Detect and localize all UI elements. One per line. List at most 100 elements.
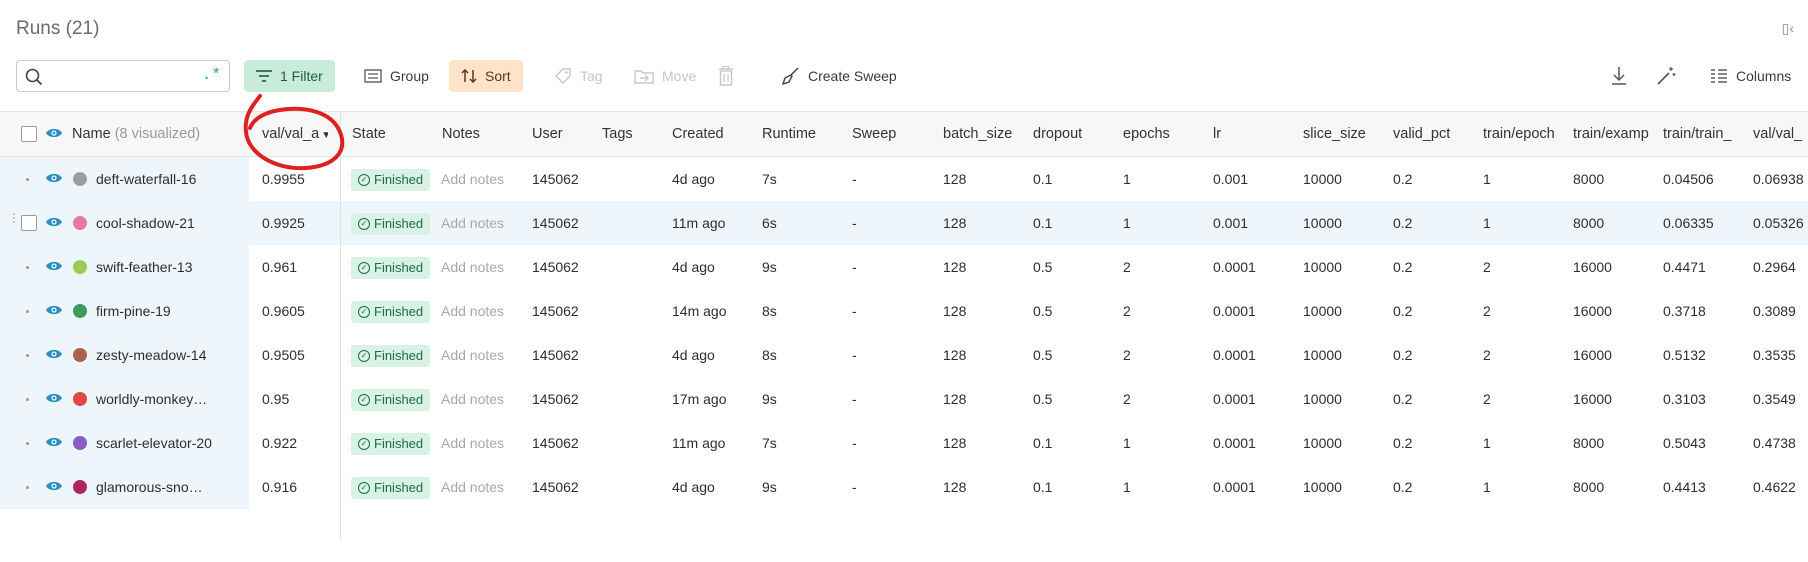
run-name[interactable]: cool-shadow-21 (96, 201, 226, 245)
magic-wand-button[interactable] (1650, 60, 1682, 92)
eye-icon[interactable] (45, 171, 63, 185)
col-header-user[interactable]: User (532, 112, 563, 156)
row-select-dot[interactable] (26, 310, 29, 313)
table-row[interactable]: glamorous-sno… 0.916 ✓ Finished Add notes 145… (0, 465, 1808, 509)
table-row[interactable]: ⋮ cool-shadow-21 0.9925 ✓ Finished Add notes 1… (0, 201, 1808, 245)
run-color-swatch[interactable] (73, 392, 87, 406)
col-header-train-train[interactable]: train/train_ (1663, 112, 1749, 156)
col-header-valid-pct[interactable]: valid_pct (1393, 112, 1450, 156)
cell-val-val: 0.3549 (1753, 391, 1796, 407)
cell-notes[interactable]: Add notes (441, 333, 504, 377)
group-label: Group (390, 68, 429, 84)
filter-button[interactable]: 1 Filter (244, 60, 335, 92)
cell-user: 145062 (532, 259, 579, 275)
col-header-val-val[interactable]: val/val_ (1753, 112, 1808, 156)
run-color-swatch[interactable] (73, 348, 87, 362)
table-row[interactable]: scarlet-elevator-20 0.922 ✓ Finished Add not… (0, 421, 1808, 465)
run-name[interactable]: swift-feather-13 (96, 245, 226, 289)
columns-button[interactable]: Columns (1698, 60, 1803, 92)
search-input[interactable] (51, 65, 195, 89)
col-header-train-epoch[interactable]: train/epoch (1483, 112, 1569, 156)
table-row[interactable]: zesty-meadow-14 0.9505 ✓ Finished Add notes 1… (0, 333, 1808, 377)
run-color-swatch[interactable] (73, 260, 87, 274)
check-circle-icon: ✓ (358, 394, 370, 407)
col-header-train-examples[interactable]: train/examp (1573, 112, 1659, 156)
run-color-swatch[interactable] (73, 304, 87, 318)
collapse-panel-icon[interactable]: ▯‹ (1782, 20, 1794, 37)
col-header-dropout[interactable]: dropout (1033, 112, 1082, 156)
cell-created: 4d ago (672, 259, 715, 275)
download-button[interactable] (1604, 60, 1634, 92)
run-name[interactable]: deft-waterfall-16 (96, 157, 226, 201)
cell-runtime: 7s (762, 435, 777, 451)
row-select-dot[interactable] (26, 486, 29, 489)
run-name[interactable]: worldly-monkey… (96, 377, 226, 421)
run-name[interactable]: firm-pine-19 (96, 289, 226, 333)
run-color-swatch[interactable] (73, 172, 87, 186)
col-header-lr[interactable]: lr (1213, 112, 1221, 156)
table-row[interactable]: firm-pine-19 0.9605 ✓ Finished Add notes 1450… (0, 289, 1808, 333)
select-all-checkbox[interactable] (21, 126, 37, 142)
cell-epochs: 2 (1123, 391, 1131, 407)
row-select-dot[interactable] (26, 266, 29, 269)
sort-label: Sort (485, 68, 511, 84)
run-name[interactable]: glamorous-sno… (96, 465, 226, 509)
eye-icon[interactable] (45, 435, 63, 449)
cell-notes[interactable]: Add notes (441, 377, 504, 421)
run-color-swatch[interactable] (73, 436, 87, 450)
cell-slice-size: 10000 (1303, 171, 1342, 187)
row-checkbox[interactable] (21, 215, 37, 231)
drag-handle-icon[interactable]: ⋮ (8, 212, 20, 224)
status-badge: ✓ Finished (351, 213, 431, 236)
run-color-swatch[interactable] (73, 216, 87, 230)
group-button[interactable]: Group (352, 60, 441, 92)
col-header-created[interactable]: Created (672, 112, 724, 156)
row-select-dot[interactable] (26, 442, 29, 445)
col-header-state[interactable]: State (352, 112, 386, 156)
sort-button[interactable]: Sort (449, 60, 523, 92)
cell-train-examples: 8000 (1573, 171, 1605, 187)
col-header-name[interactable]: Name (8 visualized) (72, 112, 200, 156)
tag-button[interactable]: Tag (542, 60, 615, 92)
eye-icon[interactable] (45, 391, 63, 405)
table-row[interactable]: worldly-monkey… 0.95 ✓ Finished Add notes 145… (0, 377, 1808, 421)
eye-icon[interactable] (45, 259, 63, 273)
move-button[interactable]: Move (622, 60, 708, 92)
col-header-batch-size[interactable]: batch_size (943, 112, 1012, 156)
run-name[interactable]: zesty-meadow-14 (96, 333, 226, 377)
cell-dropout: 0.1 (1033, 479, 1053, 495)
col-header-runtime[interactable]: Runtime (762, 112, 816, 156)
eye-icon[interactable] (45, 303, 63, 317)
create-sweep-button[interactable]: Create Sweep (770, 60, 909, 92)
cell-notes[interactable]: Add notes (441, 201, 504, 245)
col-header-sweep[interactable]: Sweep (852, 112, 896, 156)
run-name[interactable]: scarlet-elevator-20 (96, 421, 226, 465)
search-input-wrapper[interactable]: .* (16, 60, 230, 92)
eye-icon[interactable] (45, 126, 63, 140)
table-row[interactable]: swift-feather-13 0.961 ✓ Finished Add notes 1… (0, 245, 1808, 289)
col-header-tags[interactable]: Tags (602, 112, 633, 156)
cell-notes[interactable]: Add notes (441, 289, 504, 333)
eye-icon[interactable] (45, 215, 63, 229)
cell-epochs: 1 (1123, 479, 1131, 495)
cell-sweep: - (852, 347, 857, 363)
row-select-dot[interactable] (26, 398, 29, 401)
col-header-slice-size[interactable]: slice_size (1303, 112, 1366, 156)
run-color-swatch[interactable] (73, 480, 87, 494)
row-select-dot[interactable] (26, 354, 29, 357)
cell-notes[interactable]: Add notes (441, 421, 504, 465)
cell-notes[interactable]: Add notes (441, 245, 504, 289)
cell-train-epoch: 1 (1483, 479, 1491, 495)
cell-notes[interactable]: Add notes (441, 465, 504, 509)
cell-notes[interactable]: Add notes (441, 157, 504, 201)
sort-icon (461, 68, 477, 84)
row-select-dot[interactable] (26, 178, 29, 181)
eye-icon[interactable] (45, 479, 63, 493)
cell-train-epoch: 1 (1483, 215, 1491, 231)
eye-icon[interactable] (45, 347, 63, 361)
delete-button[interactable] (712, 60, 740, 92)
col-header-epochs[interactable]: epochs (1123, 112, 1170, 156)
regex-toggle[interactable]: .* (202, 66, 221, 84)
col-header-notes[interactable]: Notes (442, 112, 480, 156)
cell-batch-size: 128 (943, 259, 967, 275)
